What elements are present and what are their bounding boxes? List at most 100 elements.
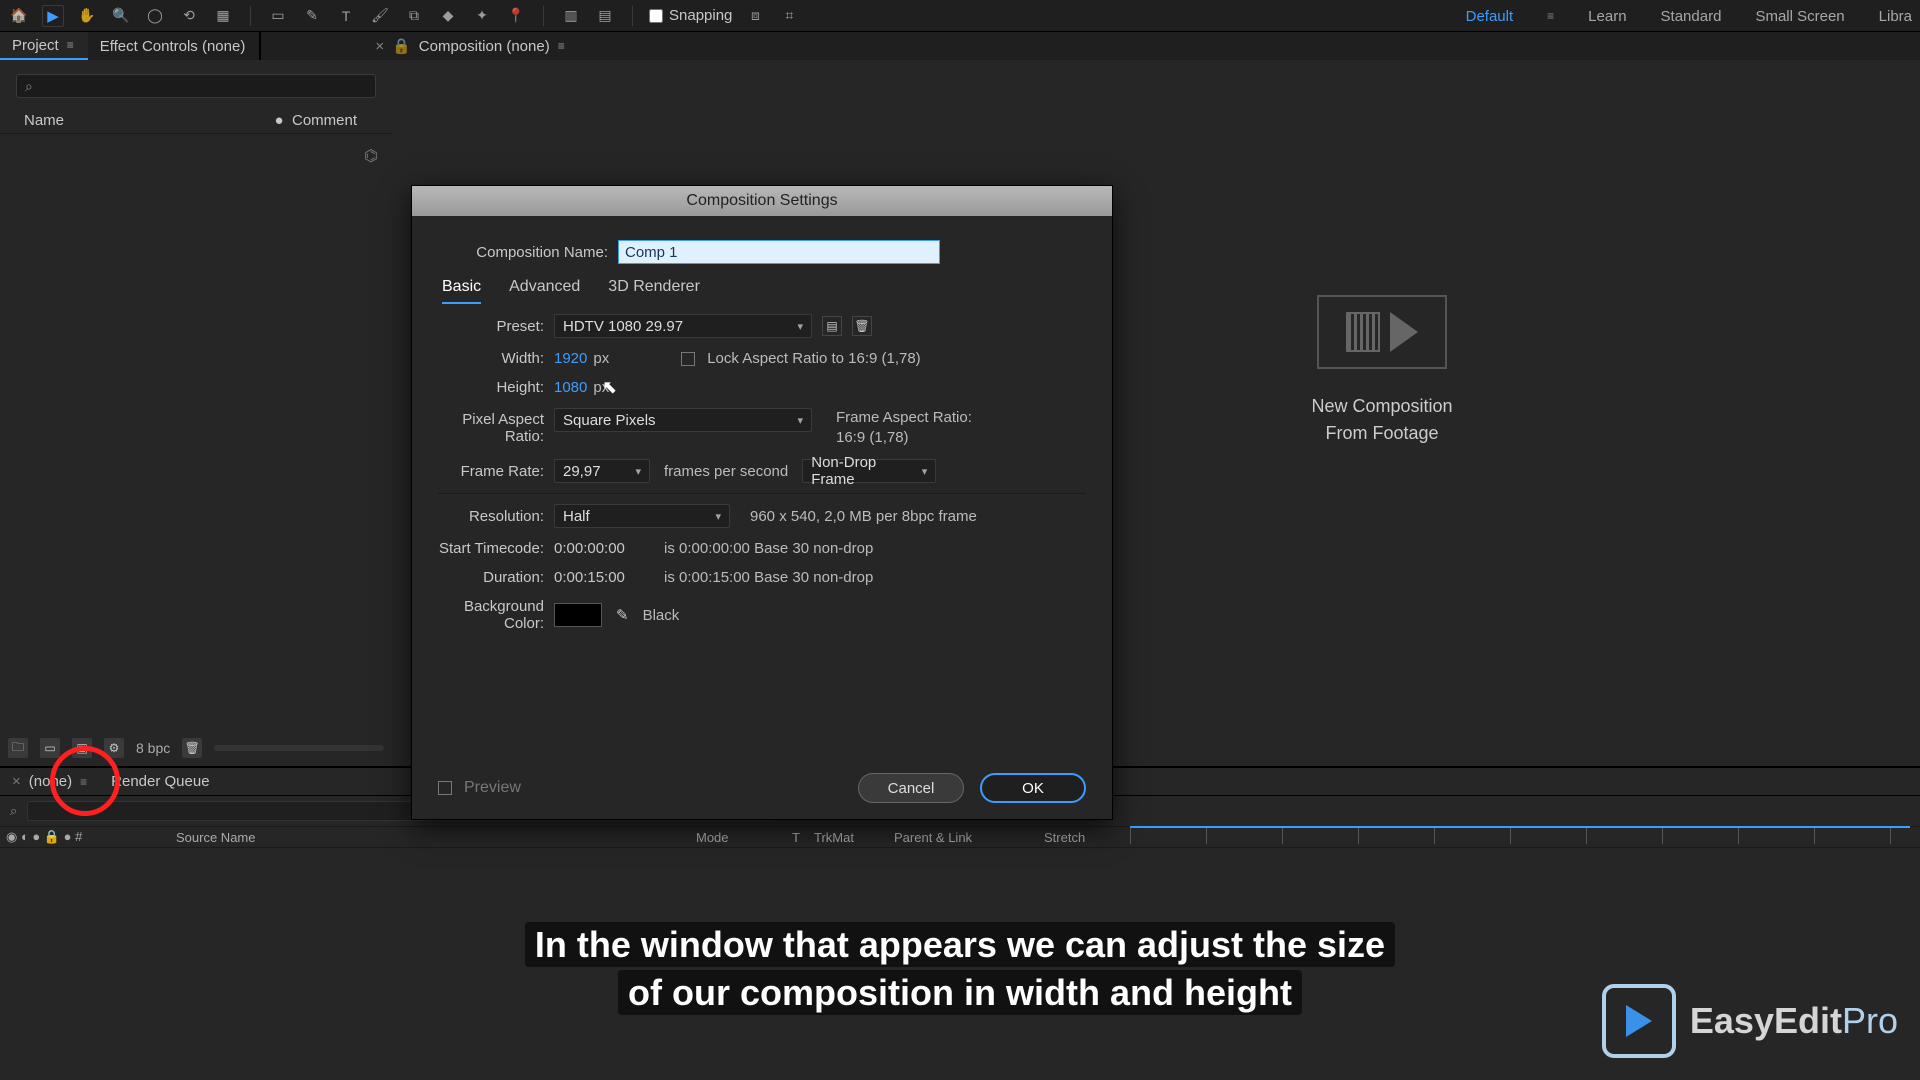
lock-aspect-checkbox[interactable]: [681, 352, 695, 366]
eyedropper-icon[interactable]: ✎: [616, 606, 629, 624]
close-icon[interactable]: ×: [12, 773, 21, 790]
tab-project-menu-icon[interactable]: ≡: [67, 38, 74, 52]
timeline-tab-none[interactable]: × (none) ≡: [0, 768, 99, 795]
drop-frame-select[interactable]: Non-Drop Frame ▾: [802, 459, 936, 483]
roto-tool-icon[interactable]: ✦: [471, 5, 493, 27]
stamp-tool-icon[interactable]: ⧉: [403, 5, 425, 27]
type-tool-icon[interactable]: T: [335, 5, 357, 27]
workspace-menu-icon[interactable]: ≡: [1547, 9, 1554, 23]
zoom-tool-icon[interactable]: 🔍: [110, 5, 132, 27]
home-icon[interactable]: 🏠: [8, 5, 30, 27]
lock-icon[interactable]: 🔒: [392, 37, 411, 55]
pen-tool-icon[interactable]: ✎: [301, 5, 323, 27]
par-select[interactable]: Square Pixels ▾: [554, 408, 812, 432]
fps-select[interactable]: 29,97 ▾: [554, 459, 650, 483]
project-search-input[interactable]: ⌕: [16, 74, 376, 98]
comp-name-input[interactable]: [618, 240, 940, 264]
new-comp-tile-line1: New Composition: [1252, 393, 1512, 420]
width-label: Width:: [438, 350, 554, 367]
comp-name-label: Composition Name:: [438, 244, 618, 261]
bg-color-label: Background Color:: [438, 598, 554, 632]
height-label: Height:: [438, 379, 554, 396]
preset-select[interactable]: HDTV 1080 29.97 ▾: [554, 314, 812, 338]
tab-composition-menu-icon[interactable]: ≡: [558, 39, 565, 53]
trash-icon[interactable]: 🗑: [182, 738, 202, 758]
duration-value[interactable]: 0:00:15:00: [554, 569, 644, 586]
swatch-b-icon[interactable]: ▤: [594, 5, 616, 27]
preset-value: HDTV 1080 29.97: [563, 318, 683, 335]
preview-checkbox[interactable]: [438, 781, 452, 795]
col-toggles[interactable]: ◉ ◐ ● 🔒 ● #: [0, 827, 170, 847]
workspace-standard[interactable]: Standard: [1661, 8, 1722, 25]
col-stretch[interactable]: Stretch: [1038, 827, 1128, 847]
cancel-button[interactable]: Cancel: [858, 773, 964, 803]
timeline-tab-render-queue[interactable]: Render Queue: [99, 768, 221, 795]
flow-icon[interactable]: ⌬: [364, 146, 378, 166]
workspace-libraries[interactable]: Libra: [1879, 8, 1912, 25]
tab-project[interactable]: Project ≡: [0, 32, 88, 60]
swatch-a-icon[interactable]: ▥: [560, 5, 582, 27]
start-timecode-info: is 0:00:00:00 Base 30 non-drop: [664, 540, 873, 557]
col-t[interactable]: T: [786, 827, 808, 847]
fps-label: Frame Rate:: [438, 463, 554, 480]
col-comment[interactable]: Comment: [292, 112, 382, 129]
preview-label: Preview: [464, 779, 521, 797]
watermark-logo-icon: [1602, 984, 1676, 1058]
save-preset-icon[interactable]: ▤: [822, 316, 842, 336]
col-name[interactable]: Name: [24, 112, 266, 129]
caption-line2: of our composition in width and height: [618, 970, 1302, 1015]
snapping-checkbox[interactable]: [649, 9, 663, 23]
col-source-name[interactable]: Source Name: [170, 827, 690, 847]
start-timecode-value[interactable]: 0:00:00:00: [554, 540, 644, 557]
composition-settings-dialog: Composition Settings Composition Name: B…: [411, 185, 1113, 820]
workspace-learn[interactable]: Learn: [1588, 8, 1626, 25]
delete-preset-icon[interactable]: 🗑: [852, 316, 872, 336]
snap-grid-icon[interactable]: ⌗: [778, 5, 800, 27]
orbit-tool-icon[interactable]: ◯: [144, 5, 166, 27]
fps-value: 29,97: [563, 463, 601, 480]
resolution-select[interactable]: Half ▾: [554, 504, 730, 528]
settings-icon[interactable]: ⚙: [104, 738, 124, 758]
chevron-down-icon: ▾: [922, 465, 928, 478]
tab-composition-label: Composition (none): [419, 38, 550, 55]
preview-toggle[interactable]: Preview: [438, 779, 521, 797]
tab-basic[interactable]: Basic: [442, 278, 481, 304]
col-trkmat[interactable]: TrkMat: [808, 827, 888, 847]
new-folder-icon[interactable]: ▭: [40, 738, 60, 758]
eraser-tool-icon[interactable]: ◆: [437, 5, 459, 27]
bpc-label[interactable]: 8 bpc: [136, 740, 170, 756]
puppet-tool-icon[interactable]: 📍: [505, 5, 527, 27]
rotate-tool-icon[interactable]: ⟲: [178, 5, 200, 27]
tab-project-label: Project: [12, 37, 59, 54]
timeline-search-icon[interactable]: ⌕: [10, 803, 17, 819]
width-value[interactable]: 1920: [554, 350, 587, 367]
timeline-ruler[interactable]: [1130, 826, 1910, 844]
snap-magnet-icon[interactable]: ⧈: [744, 5, 766, 27]
timeline-tab-menu-icon[interactable]: ≡: [80, 775, 87, 789]
workspace-small-screen[interactable]: Small Screen: [1755, 8, 1844, 25]
snapping-toggle[interactable]: Snapping: [649, 7, 732, 24]
hand-tool-icon[interactable]: ✋: [76, 5, 98, 27]
tab-composition[interactable]: × 🔒 Composition (none) ≡: [363, 32, 578, 60]
interpret-icon[interactable]: 🗀: [8, 738, 28, 758]
col-mode[interactable]: Mode: [690, 827, 786, 847]
new-comp-icon[interactable]: ▣: [72, 738, 92, 758]
brush-tool-icon[interactable]: 🖌: [369, 5, 391, 27]
camera-tool-icon[interactable]: ▦: [212, 5, 234, 27]
drop-frame-value: Non-Drop Frame: [811, 454, 921, 488]
ok-button[interactable]: OK: [980, 773, 1086, 803]
tab-advanced[interactable]: Advanced: [509, 278, 580, 304]
duration-info: is 0:00:15:00 Base 30 non-drop: [664, 569, 873, 586]
col-label-icon[interactable]: ●: [266, 112, 292, 129]
workspace-default[interactable]: Default: [1466, 8, 1514, 25]
bg-color-swatch[interactable]: [554, 603, 602, 627]
height-value[interactable]: 1080: [554, 379, 587, 396]
shape-tool-icon[interactable]: ▭: [267, 5, 289, 27]
new-comp-from-footage-tile[interactable]: New Composition From Footage: [1252, 295, 1512, 447]
col-parent[interactable]: Parent & Link: [888, 827, 1038, 847]
selection-tool-icon[interactable]: ▶: [42, 5, 64, 27]
tab-3d-renderer[interactable]: 3D Renderer: [608, 278, 700, 304]
tab-effect-controls[interactable]: Effect Controls (none): [88, 32, 260, 60]
close-icon[interactable]: ×: [375, 38, 384, 55]
new-comp-tile-line2: From Footage: [1252, 420, 1512, 447]
